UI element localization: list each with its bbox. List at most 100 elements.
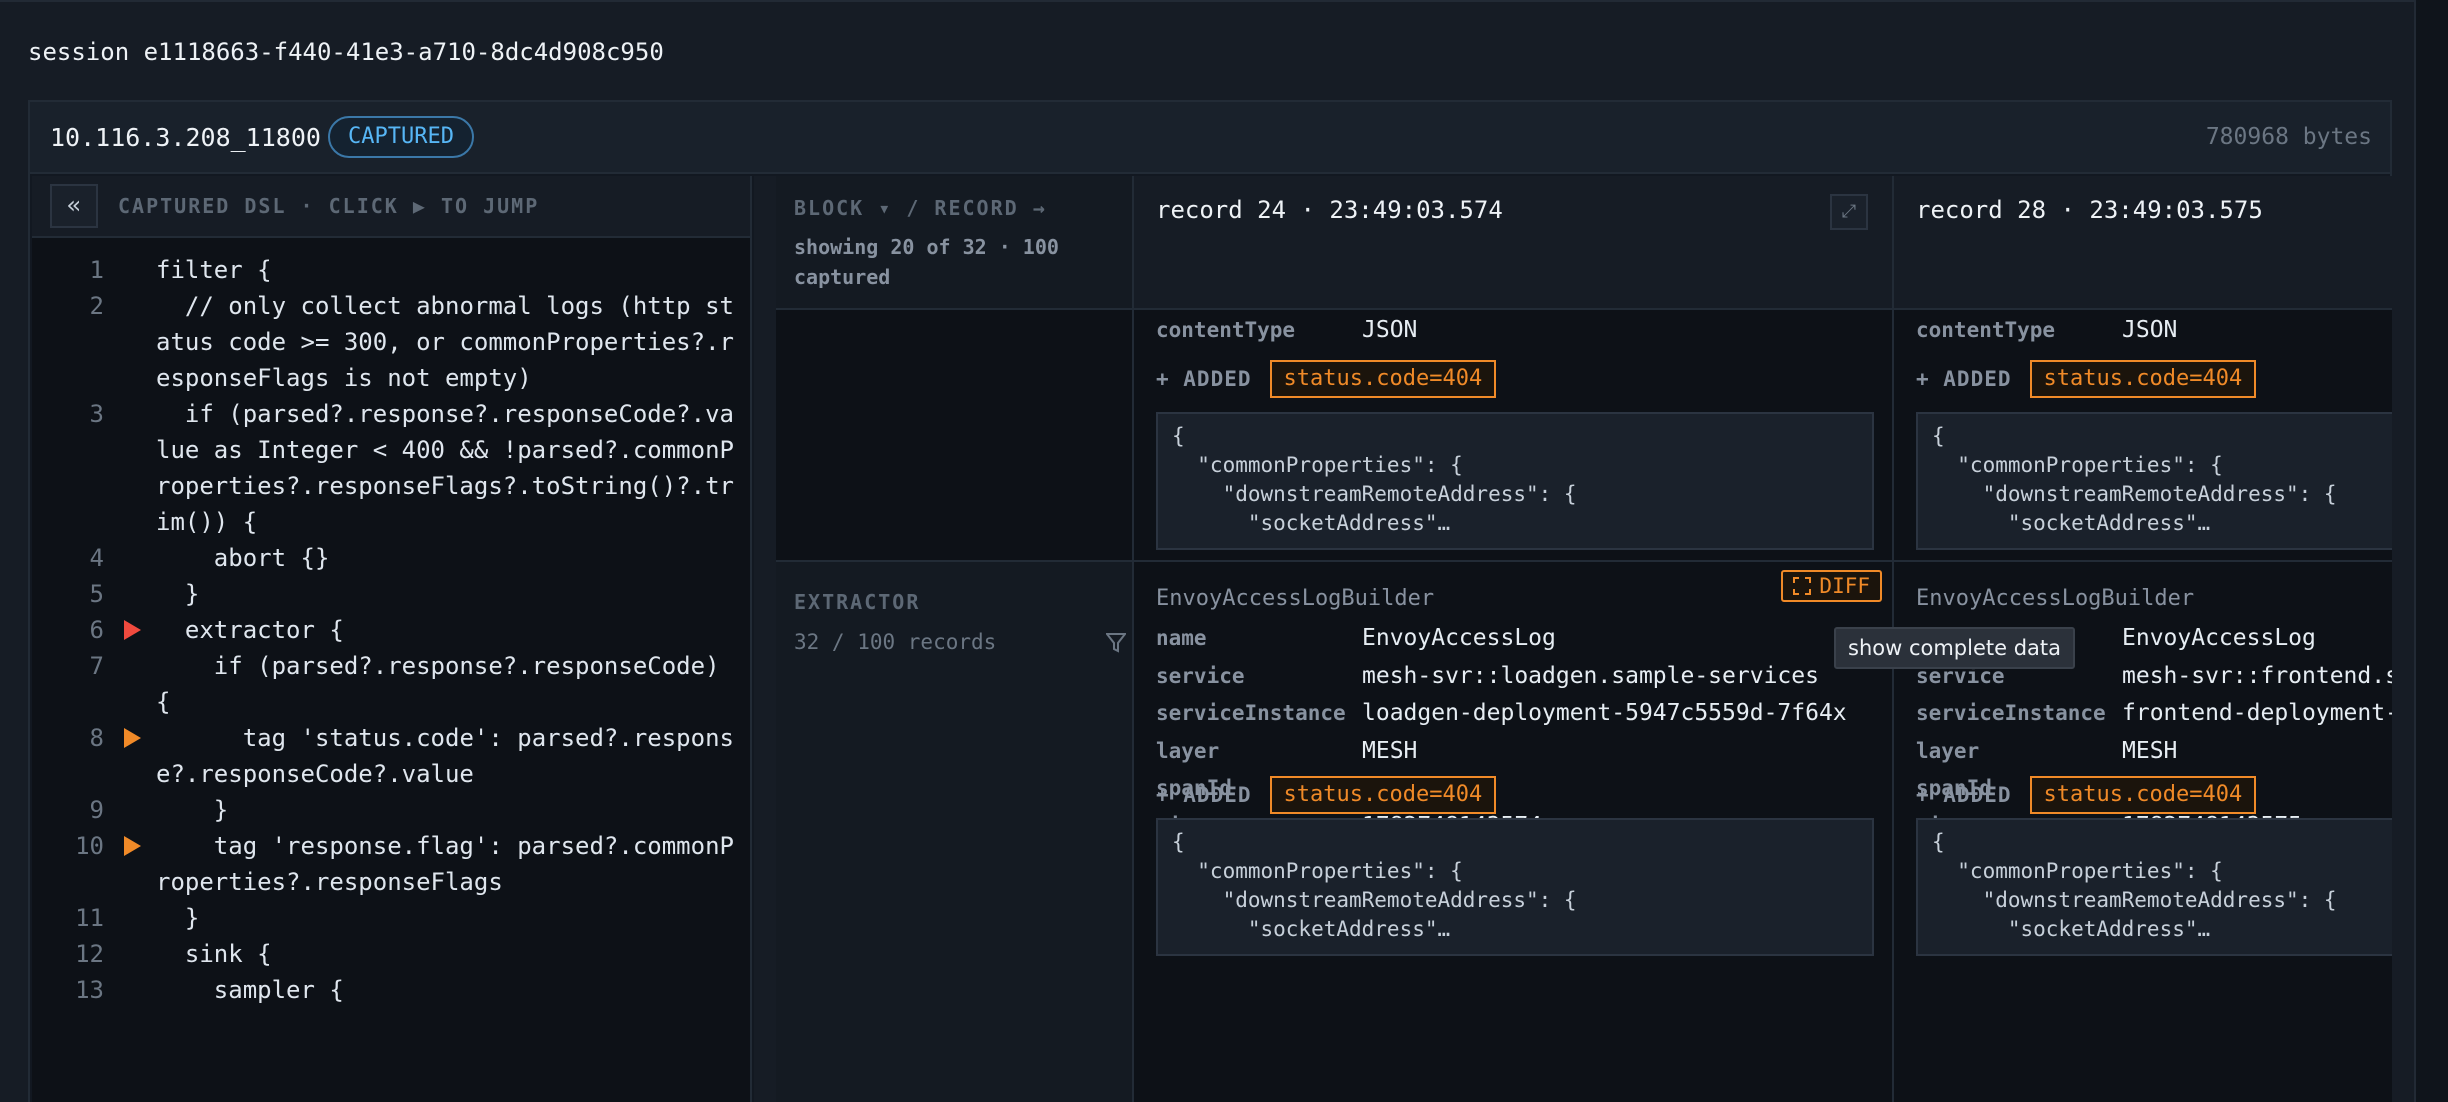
- line-code: filter {: [156, 256, 272, 284]
- field-row: layer MESH: [1156, 737, 1417, 765]
- block-label-cell: [776, 310, 1134, 560]
- jump-arrow-icon[interactable]: [124, 836, 141, 856]
- jump-arrow-icon[interactable]: [124, 728, 141, 748]
- field-value: mesh-svr::loadgen.sample-services: [1362, 662, 1819, 689]
- field-key: serviceInstance: [1916, 701, 2106, 725]
- line-number: 3: [89, 400, 104, 428]
- dsl-line: 2 // only collect abnormal logs (http st…: [32, 288, 750, 396]
- line-gutter: [104, 396, 156, 540]
- field-value: JSON: [1362, 317, 1418, 343]
- field-value: MESH: [2122, 737, 2178, 764]
- line-code: sink {: [156, 940, 272, 968]
- line-code: }: [156, 904, 200, 932]
- line-number: 11: [75, 904, 104, 932]
- panel-header: 10.116.3.208_11800 CAPTURED 780968 bytes: [30, 102, 2390, 174]
- added-label: + ADDED: [1156, 783, 1252, 807]
- block-record-header: BLOCK ▾ / RECORD → showing 20 of 32 · 10…: [776, 176, 1134, 308]
- block-record-label[interactable]: BLOCK ▾ / RECORD →: [794, 196, 1047, 220]
- line-code: // only collect abnormal logs (http stat…: [156, 292, 734, 392]
- added-tag: status.code=404: [2029, 776, 2257, 814]
- line-gutter: [104, 720, 156, 792]
- app-frame: session e1118663-f440-41e3-a710-8dc4d908…: [0, 0, 2416, 1102]
- line-number: 9: [89, 796, 104, 824]
- dsl-line[interactable]: 8 tag 'status.code': parsed?.response?.r…: [32, 720, 750, 792]
- field-row: contentType JSON: [1156, 316, 1417, 344]
- field-row: contentType JSON: [1916, 316, 2177, 344]
- line-gutter: [104, 612, 156, 648]
- panel-divider[interactable]: [754, 176, 778, 1102]
- line-gutter: [104, 288, 156, 396]
- collapse-dsl-button[interactable]: «: [50, 184, 98, 228]
- record-header: record 24 · 23:49:03.574 ⤢: [1134, 176, 1894, 308]
- block-row-extractor: EXTRACTOR 32 / 100 records EnvoyAccessLo…: [776, 562, 2392, 1102]
- field-value: mesh-svr::frontend.s: [2122, 662, 2392, 689]
- line-gutter: [104, 576, 156, 612]
- line-code: if (parsed?.response?.responseCode) {: [156, 652, 734, 716]
- added-tags: + ADDED status.code=404: [1156, 360, 1497, 398]
- field-row: serviceInstance frontend-deployment-: [1916, 699, 2392, 727]
- line-code: abort {}: [156, 544, 330, 572]
- field-value: EnvoyAccessLog: [1362, 625, 1556, 651]
- field-key: contentType: [1916, 318, 2056, 342]
- json-preview[interactable]: { "commonProperties": { "downstreamRemot…: [1916, 818, 2392, 956]
- double-chevron-left-icon: «: [66, 191, 82, 219]
- dsl-panel: « CAPTURED DSL · CLICK ▶ TO JUMP 1 filter…: [32, 176, 752, 1102]
- dsl-header: « CAPTURED DSL · CLICK ▶ TO JUMP: [32, 176, 750, 238]
- field-key: contentType: [1156, 318, 1296, 342]
- line-gutter: [104, 900, 156, 936]
- dsl-line: 4 abort {}: [32, 540, 750, 576]
- dsl-line: 12 sink {: [32, 936, 750, 972]
- line-number: 1: [89, 256, 104, 284]
- line-number: 2: [89, 292, 104, 320]
- extractor-record-count: 32 / 100 records: [794, 630, 997, 654]
- field-row: serviceInstance loadgen-deployment-5947c5…: [1156, 699, 1847, 727]
- dsl-line: 3 if (parsed?.response?.responseCode?.va…: [32, 396, 750, 540]
- added-tags: + ADDED status.code=404: [1156, 776, 1497, 814]
- block-row-filter: contentType JSON + ADDED status.code=404…: [776, 310, 2392, 562]
- dsl-line: 5 }: [32, 576, 750, 612]
- line-number: 4: [89, 544, 104, 572]
- diff-label: DIFF: [1819, 574, 1870, 598]
- line-gutter: [104, 792, 156, 828]
- expand-record-button[interactable]: ⤢: [1830, 194, 1868, 230]
- line-number: 13: [75, 976, 104, 1004]
- session-title: session e1118663-f440-41e3-a710-8dc4d908…: [28, 38, 664, 66]
- field-key: service: [1156, 663, 1245, 688]
- dsl-line: 13 sampler {: [32, 972, 750, 1008]
- capture-panel: 10.116.3.208_11800 CAPTURED 780968 bytes…: [28, 100, 2392, 1102]
- json-preview[interactable]: { "commonProperties": { "downstreamRemot…: [1916, 412, 2392, 550]
- line-number: 7: [89, 652, 104, 680]
- field-value: frontend-deployment-: [2122, 700, 2392, 726]
- dsl-line: 9 }: [32, 792, 750, 828]
- host-label: 10.116.3.208_11800: [50, 123, 321, 152]
- added-label: + ADDED: [1916, 783, 2012, 807]
- record-grid: BLOCK ▾ / RECORD → showing 20 of 32 · 10…: [776, 176, 2392, 1102]
- added-label: + ADDED: [1156, 367, 1252, 391]
- json-preview[interactable]: { "commonProperties": { "downstreamRemot…: [1156, 818, 1874, 956]
- line-code: }: [156, 796, 229, 824]
- added-label: + ADDED: [1916, 367, 2012, 391]
- line-number: 8: [89, 724, 104, 752]
- diff-button[interactable]: DIFF: [1781, 570, 1882, 602]
- record-cell: EnvoyAccessLogBuilder DIFF name EnvoyAcce…: [1134, 562, 1894, 1102]
- line-number: 10: [75, 832, 104, 860]
- extractor-label: EXTRACTOR: [794, 590, 921, 614]
- diff-icon: [1793, 577, 1812, 595]
- line-code: extractor {: [156, 616, 344, 644]
- json-preview[interactable]: { "commonProperties": { "downstreamRemot…: [1156, 412, 1874, 550]
- line-code: tag 'status.code': parsed?.response?.res…: [156, 724, 734, 788]
- dsl-code: 1 filter { 2 // only collect abnormal logs…: [32, 252, 750, 1008]
- dsl-line[interactable]: 10 tag 'response.flag': parsed?.commonPr…: [32, 828, 750, 900]
- record-title: record 24 · 23:49:03.574: [1156, 196, 1503, 224]
- dsl-line[interactable]: 6 extractor {: [32, 612, 750, 648]
- jump-arrow-icon[interactable]: [124, 620, 141, 640]
- expand-icon: ⤢: [1841, 201, 1857, 222]
- dsl-line: 1 filter {: [32, 252, 750, 288]
- field-value: loadgen-deployment-5947c5559d-7f64x: [1362, 700, 1847, 726]
- added-tag: status.code=404: [1269, 360, 1497, 398]
- tooltip: show complete data: [1834, 627, 2076, 669]
- line-number: 6: [89, 616, 104, 644]
- added-tags: + ADDED status.code=404: [1916, 776, 2257, 814]
- filter-icon[interactable]: [1106, 632, 1126, 654]
- showing-count: showing 20 of 32 · 100 captured: [794, 235, 1059, 289]
